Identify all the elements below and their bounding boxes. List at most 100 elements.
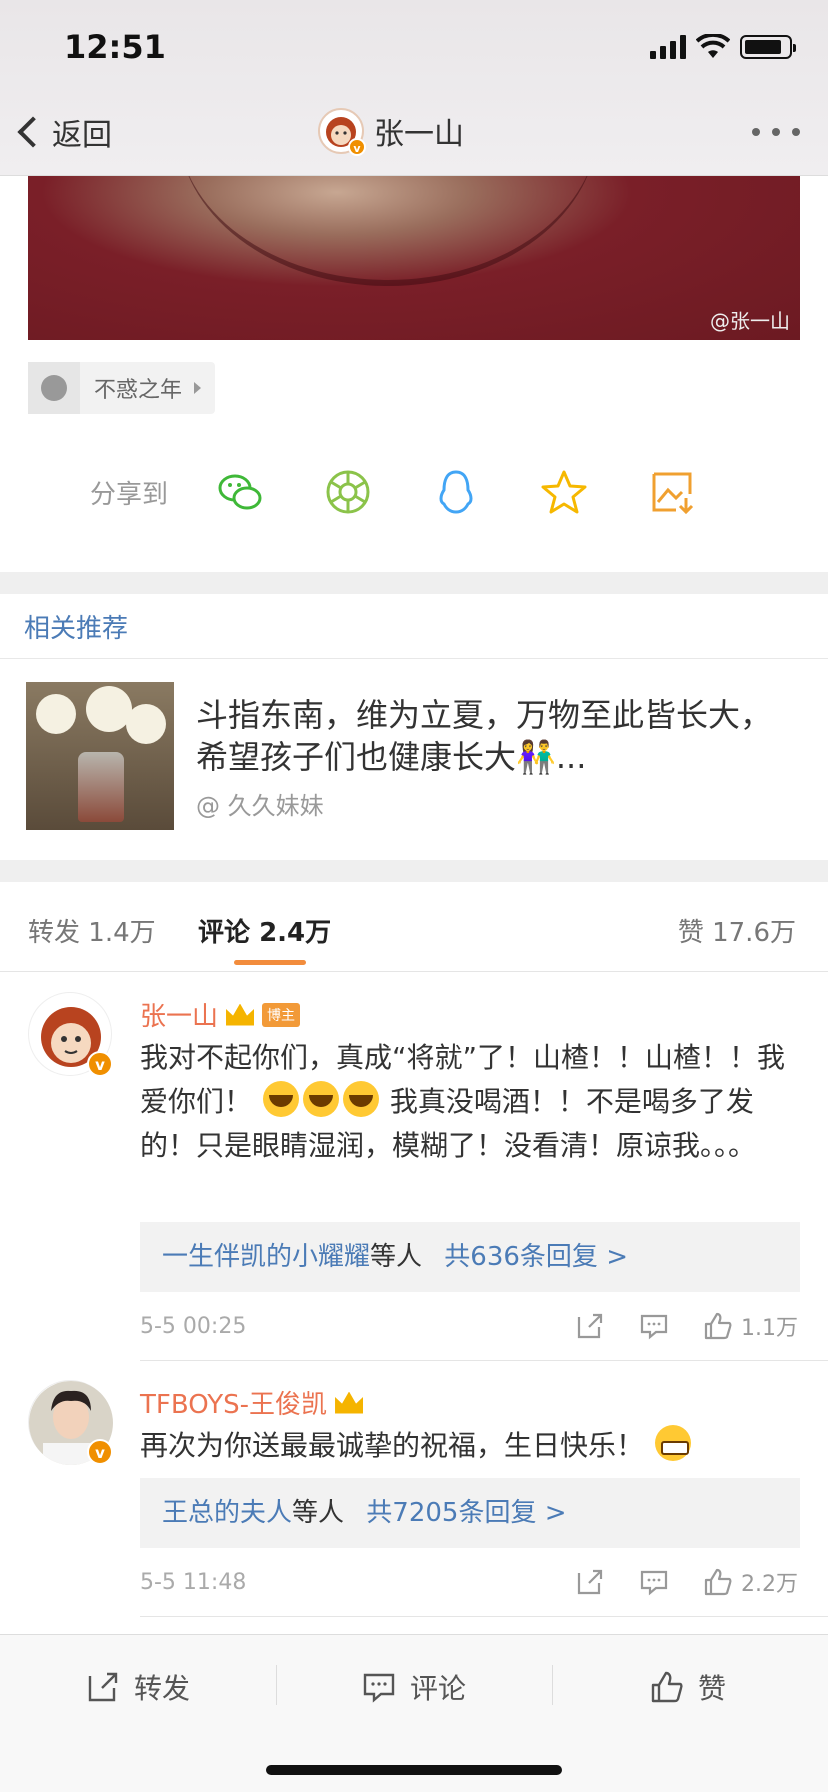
reply-count: 共7205条回复 > bbox=[366, 1498, 567, 1528]
tab-repost[interactable]: 转发 1.4万 bbox=[28, 912, 156, 949]
like-button[interactable]: 赞 bbox=[650, 1667, 726, 1707]
battery-level bbox=[745, 40, 781, 54]
comment-icon[interactable] bbox=[639, 1567, 669, 1597]
comment-label: 评论 bbox=[410, 1672, 467, 1705]
chevron-left-icon bbox=[17, 116, 49, 148]
like-button[interactable]: 1.1万 bbox=[703, 1310, 798, 1342]
caret-right-icon bbox=[194, 382, 202, 394]
divider bbox=[276, 1665, 277, 1705]
comment-time: 5-5 00:25 bbox=[140, 1314, 247, 1339]
avatar[interactable]: v bbox=[28, 992, 113, 1077]
comment-text: 再次为你送最最诚挚的祝福，生日快乐！ bbox=[140, 1424, 800, 1468]
avatar[interactable]: v bbox=[28, 1380, 113, 1465]
home-indicator[interactable] bbox=[266, 1765, 562, 1775]
reply-count: 共636条回复 > bbox=[444, 1242, 628, 1272]
comment-author-name: TFBOYS-王俊凯 bbox=[140, 1390, 328, 1420]
like-label: 赞 bbox=[698, 1672, 727, 1705]
tab-likes-label: 赞 bbox=[677, 918, 704, 948]
status-icons bbox=[650, 34, 796, 60]
nav-title[interactable]: v 张一山 bbox=[318, 108, 464, 156]
related-thumbnail[interactable] bbox=[26, 682, 174, 830]
share-label: 分享到 bbox=[90, 479, 169, 510]
thumbs-up-icon bbox=[651, 1671, 683, 1703]
post-photo[interactable]: @张一山 bbox=[28, 176, 800, 340]
comment-author-name: 张一山 bbox=[140, 1002, 219, 1032]
film-reel-icon bbox=[28, 362, 80, 414]
photo-watermark: @张一山 bbox=[710, 309, 790, 333]
save-image-icon[interactable] bbox=[648, 468, 696, 516]
comment-icon[interactable] bbox=[639, 1311, 669, 1341]
comment-actions: 1.1万 bbox=[575, 1310, 798, 1342]
related-post-text[interactable]: 斗指东南，维为立夏，万物至此皆长大，希望孩子们也健康长大👫... bbox=[196, 694, 776, 778]
like-button[interactable]: 2.2万 bbox=[703, 1566, 798, 1598]
laugh-cry-emoji-icon bbox=[342, 1081, 379, 1117]
comment-time: 5-5 11:48 bbox=[140, 1570, 247, 1595]
top-bar: 12:51 返回 v 张一山 bbox=[0, 0, 828, 176]
tab-comments[interactable]: 评论 2.4万 bbox=[198, 912, 331, 949]
divider bbox=[140, 1360, 828, 1361]
repost-icon bbox=[88, 1672, 118, 1702]
topic-label: 不惑之年 bbox=[94, 378, 183, 403]
comment-author[interactable]: 张一山 博主 bbox=[140, 996, 301, 1033]
more-options-icon[interactable] bbox=[752, 128, 800, 136]
divider bbox=[552, 1665, 553, 1705]
tab-repost-count: 1.4万 bbox=[88, 918, 156, 948]
laugh-cry-emoji-icon bbox=[302, 1081, 339, 1117]
status-time: 12:51 bbox=[64, 28, 166, 66]
related-post-author[interactable]: @ 久久妹妹 bbox=[196, 786, 324, 821]
like-count: 2.2万 bbox=[741, 1572, 798, 1597]
tab-comments-count: 2.4万 bbox=[259, 918, 332, 948]
thumbs-up-icon bbox=[704, 1568, 732, 1596]
post-tabs: 转发 1.4万 评论 2.4万 赞 17.6万 bbox=[0, 884, 828, 972]
repost-label: 转发 bbox=[134, 1672, 191, 1705]
section-divider bbox=[0, 860, 828, 882]
tab-comments-label: 评论 bbox=[198, 918, 251, 948]
comment-button[interactable]: 评论 bbox=[362, 1667, 466, 1707]
related-heading: 相关推荐 bbox=[24, 614, 129, 644]
active-tab-indicator bbox=[234, 960, 306, 965]
favorite-star-icon[interactable] bbox=[540, 468, 588, 516]
back-button[interactable]: 返回 bbox=[17, 110, 112, 154]
tab-likes[interactable]: 赞 17.6万 bbox=[678, 912, 796, 949]
battery-icon bbox=[740, 35, 796, 59]
crown-icon bbox=[335, 1391, 364, 1414]
grin-emoji-icon bbox=[654, 1425, 691, 1461]
section-divider bbox=[0, 572, 828, 594]
reply-users: 王总的夫人 bbox=[162, 1498, 293, 1528]
bottom-action-bar: 转发 评论 赞 bbox=[0, 1634, 828, 1792]
verified-badge-icon: v bbox=[348, 138, 366, 156]
laugh-cry-emoji-icon bbox=[262, 1081, 299, 1117]
back-label: 返回 bbox=[52, 118, 112, 153]
tab-likes-count: 17.6万 bbox=[712, 918, 796, 948]
comment-icon bbox=[363, 1673, 395, 1703]
thumbs-up-icon bbox=[704, 1312, 732, 1340]
moments-icon[interactable] bbox=[324, 468, 372, 516]
reply-suffix: 等人 bbox=[292, 1498, 345, 1528]
divider bbox=[0, 658, 828, 659]
avatar: v bbox=[318, 108, 366, 156]
divider bbox=[140, 1616, 828, 1617]
share-row: 分享到 bbox=[0, 460, 828, 524]
reply-summary[interactable]: 王总的夫人等人 共7205条回复 > bbox=[140, 1478, 800, 1548]
like-count: 1.1万 bbox=[741, 1316, 798, 1341]
cellular-signal-icon bbox=[650, 35, 686, 59]
topic-tag[interactable]: 不惑之年 bbox=[28, 362, 216, 414]
share-icon[interactable] bbox=[575, 1311, 605, 1341]
repost-button[interactable]: 转发 bbox=[86, 1667, 190, 1707]
reply-users: 一生伴凯的小耀耀 bbox=[162, 1242, 371, 1272]
wechat-icon[interactable] bbox=[216, 468, 264, 516]
comment-actions: 2.2万 bbox=[575, 1566, 798, 1598]
qq-icon[interactable] bbox=[432, 468, 480, 516]
comment-author[interactable]: TFBOYS-王俊凯 bbox=[140, 1384, 364, 1421]
comment-text-body: 再次为你送最最诚挚的祝福，生日快乐！ bbox=[140, 1429, 645, 1462]
crown-icon bbox=[226, 1003, 255, 1026]
host-badge: 博主 bbox=[262, 1002, 301, 1027]
share-icon[interactable] bbox=[575, 1567, 605, 1597]
tab-repost-label: 转发 bbox=[28, 918, 81, 948]
comment-text: 我对不起你们，真成“将就”了！山楂！！山楂！！我爱你们！ 我真没喝酒！！不是喝多… bbox=[140, 1036, 800, 1168]
photo-detail bbox=[178, 176, 598, 286]
nav-title-text: 张一山 bbox=[374, 117, 464, 152]
verified-badge-icon: v bbox=[87, 1051, 113, 1077]
wifi-icon bbox=[696, 34, 730, 58]
reply-summary[interactable]: 一生伴凯的小耀耀等人 共636条回复 > bbox=[140, 1222, 800, 1292]
